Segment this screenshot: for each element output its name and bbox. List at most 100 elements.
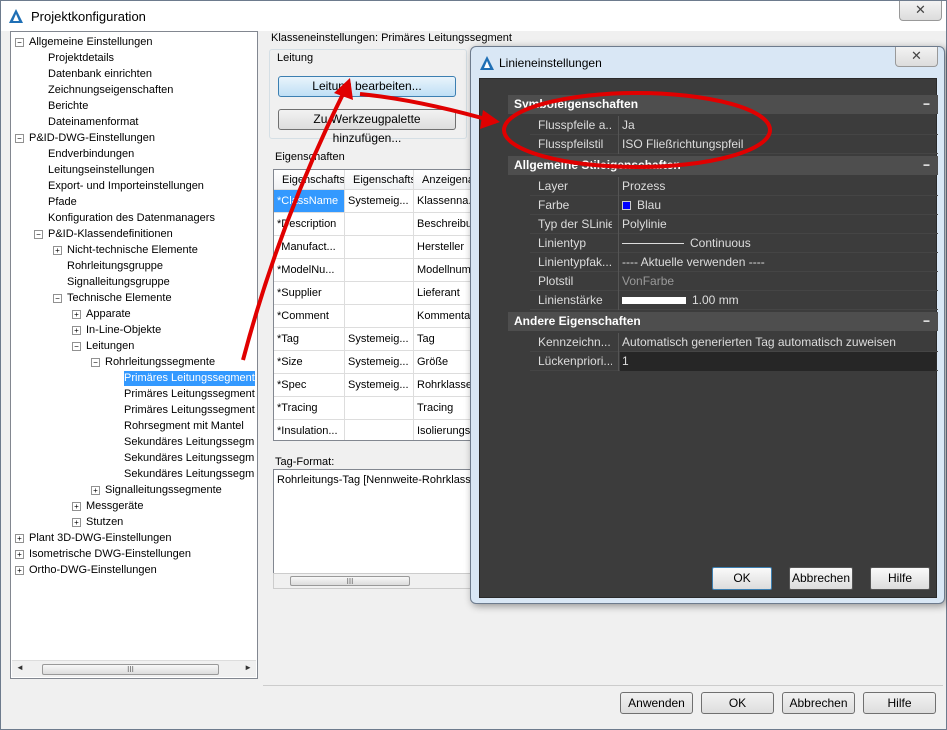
property-row[interactable]: Layer Prozess	[530, 177, 938, 196]
dialog-cancel-button[interactable]: Abbrechen	[789, 567, 853, 590]
grid-cell[interactable]	[345, 420, 414, 440]
tree-item[interactable]: Berichte	[48, 99, 88, 114]
grid-cell[interactable]: Systemeig...	[345, 374, 414, 397]
property-row[interactable]: Flusspfeilstil ISO Fließrichtungspfeil	[530, 135, 938, 154]
grid-horizontal-scrollbar[interactable]: III	[273, 573, 473, 589]
expand-icon[interactable]: +	[53, 246, 62, 255]
tree-item[interactable]: Konfiguration des Datenmanagers	[48, 211, 215, 226]
property-section-header[interactable]: Allgemeine Stileigenschaften −	[508, 156, 938, 175]
tree-item[interactable]: Export- und Importeinstellungen	[48, 179, 204, 194]
expand-icon[interactable]: +	[91, 486, 100, 495]
tree-horizontal-scrollbar[interactable]: ◄ III ►	[12, 660, 256, 677]
tree-item[interactable]: Leitungseinstellungen	[48, 163, 154, 178]
tree-item[interactable]: Rohrleitungsgruppe	[67, 259, 163, 274]
grid-cell[interactable]: Tag	[414, 328, 472, 351]
expand-icon[interactable]: +	[15, 550, 24, 559]
dialog-ok-button[interactable]: OK	[712, 567, 772, 590]
dialog-help-button[interactable]: Hilfe	[870, 567, 930, 590]
tree-item[interactable]: P&ID-Klassendefinitionen	[48, 227, 173, 242]
grid-cell[interactable]	[345, 213, 414, 236]
scroll-left-icon[interactable]: ◄	[16, 663, 24, 672]
grid-cell[interactable]: Hersteller	[414, 236, 472, 259]
expand-icon[interactable]: +	[15, 534, 24, 543]
grid-cell[interactable]: *ClassName	[274, 190, 345, 213]
grid-cell[interactable]: Tracing	[414, 397, 472, 420]
tree-item[interactable]: Stutzen	[86, 515, 123, 530]
grid-cell[interactable]	[345, 259, 414, 282]
grid-cell[interactable]: Lieferant	[414, 282, 472, 305]
grid-column-header[interactable]: Eigenschafts	[345, 170, 414, 190]
grid-cell[interactable]: Systemeig...	[345, 328, 414, 351]
property-row[interactable]: Lückenpriori... 1	[530, 352, 938, 371]
tree-item[interactable]: Rohrsegment mit Mantel	[124, 419, 244, 434]
tree-item[interactable]: Rohrleitungssegmente	[105, 355, 215, 370]
tree-item[interactable]: Ortho-DWG-Einstellungen	[29, 563, 157, 578]
grid-cell[interactable]: *Spec	[274, 374, 345, 397]
collapse-icon[interactable]: −	[72, 342, 81, 351]
grid-cell[interactable]: Größe	[414, 351, 472, 374]
tree-item[interactable]: P&ID-DWG-Einstellungen	[29, 131, 155, 146]
apply-button[interactable]: Anwenden	[620, 692, 693, 714]
grid-cell[interactable]: *Size	[274, 351, 345, 374]
expand-icon[interactable]: +	[72, 310, 81, 319]
grid-scroll-thumb[interactable]: III	[290, 576, 410, 586]
tree-item[interactable]: Datenbank einrichten	[48, 67, 152, 82]
expand-icon[interactable]: +	[72, 326, 81, 335]
tree-item[interactable]: Nicht-technische Elemente	[67, 243, 198, 258]
property-row[interactable]: Farbe Blau	[530, 196, 938, 215]
cancel-button[interactable]: Abbrechen	[782, 692, 855, 714]
collapse-section-icon[interactable]: −	[923, 312, 930, 331]
properties-grid[interactable]: Eigenschafts Eigenschafts Anzeigena *ClassN…	[273, 169, 473, 441]
tree-item[interactable]: Plant 3D-DWG-Einstellungen	[29, 531, 171, 546]
settings-tree[interactable]: ◄ III ► − Allgemeine Einstellungen Projekt…	[10, 31, 258, 679]
grid-cell[interactable]: Beschreibu	[414, 213, 472, 236]
collapse-icon[interactable]: −	[15, 38, 24, 47]
property-row[interactable]: Plotstil VonFarbe	[530, 272, 938, 291]
grid-cell[interactable]: Systemeig...	[345, 351, 414, 374]
tree-item[interactable]: Zeichnungseigenschaften	[48, 83, 173, 98]
tree-item[interactable]: Pfade	[48, 195, 77, 210]
expand-icon[interactable]: +	[15, 566, 24, 575]
tree-item[interactable]: Messgeräte	[86, 499, 143, 514]
property-row[interactable]: Linienstärke 1.00 mm	[530, 291, 938, 310]
tree-item[interactable]: Primäres Leitungssegment	[124, 387, 255, 402]
tree-item[interactable]: Signalleitungsgruppe	[67, 275, 170, 290]
scroll-thumb[interactable]: III	[42, 664, 219, 675]
expand-icon[interactable]: +	[72, 518, 81, 527]
tree-item[interactable]: Sekundäres Leitungssegm	[124, 467, 254, 482]
tree-item[interactable]: Allgemeine Einstellungen	[29, 35, 153, 50]
add-to-tool-palette-button[interactable]: Zu Werkzeugpalette hinzufügen...	[278, 109, 456, 145]
collapse-icon[interactable]: −	[91, 358, 100, 367]
collapse-icon[interactable]: −	[34, 230, 43, 239]
tree-item[interactable]: Endverbindungen	[48, 147, 134, 162]
grid-cell[interactable]: Klassenna...	[414, 190, 472, 213]
expand-icon[interactable]: +	[72, 502, 81, 511]
tree-item[interactable]: Technische Elemente	[67, 291, 172, 306]
collapse-section-icon[interactable]: −	[923, 95, 930, 114]
grid-column-header[interactable]: Anzeigena	[414, 170, 472, 190]
grid-cell[interactable]: Isolierungst	[414, 420, 472, 440]
grid-cell[interactable]: *Manufact...	[274, 236, 345, 259]
grid-cell[interactable]: Rohrklasse	[414, 374, 472, 397]
scroll-right-icon[interactable]: ►	[244, 663, 252, 672]
tree-item[interactable]: Sekundäres Leitungssegm	[124, 451, 254, 466]
grid-cell[interactable]: *Supplier	[274, 282, 345, 305]
grid-cell[interactable]: *Description	[274, 213, 345, 236]
grid-cell[interactable]: Systemeig...	[345, 190, 414, 213]
tree-item[interactable]: Primäres Leitungssegment	[124, 403, 255, 418]
tree-item[interactable]: Leitungen	[86, 339, 134, 354]
tree-item[interactable]: Apparate	[86, 307, 131, 322]
window-close-button[interactable]: ✕	[899, 1, 942, 21]
tree-item[interactable]: Sekundäres Leitungssegm	[124, 435, 254, 450]
grid-cell[interactable]	[345, 236, 414, 259]
grid-cell[interactable]: *ModelNu...	[274, 259, 345, 282]
property-row[interactable]: Linientyp Continuous	[530, 234, 938, 253]
ok-button[interactable]: OK	[701, 692, 774, 714]
tree-item[interactable]: Signalleitungssegmente	[105, 483, 222, 498]
tree-item[interactable]: Isometrische DWG-Einstellungen	[29, 547, 191, 562]
tree-item[interactable]: Dateinamenformat	[48, 115, 139, 130]
property-row[interactable]: Kennzeichn... Automatisch generierten Tag…	[530, 333, 938, 352]
tag-format-field[interactable]: Rohrleitungs-Tag [Nennweite-Rohrklasse-	[273, 469, 473, 589]
grid-cell[interactable]	[345, 397, 414, 420]
grid-cell[interactable]	[345, 305, 414, 328]
